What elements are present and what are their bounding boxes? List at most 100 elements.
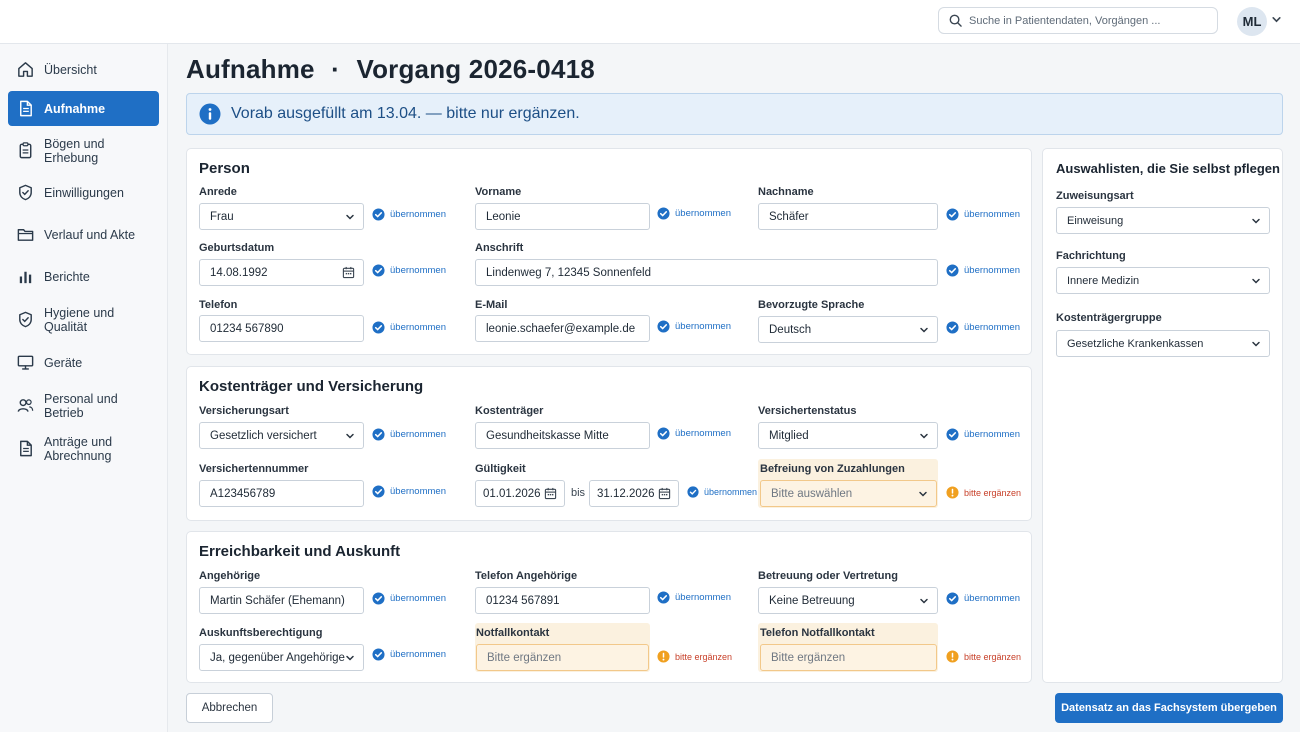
- calendar-icon[interactable]: [544, 487, 557, 500]
- sprache-select[interactable]: Deutsch: [758, 316, 938, 343]
- label-betreuung: Betreuung oder Vertretung: [758, 570, 898, 582]
- search-icon: [949, 14, 962, 27]
- versichertennummer-field[interactable]: A123456789: [199, 480, 364, 507]
- vorname-field[interactable]: Leonie: [475, 203, 650, 230]
- nachname-field[interactable]: Schäfer: [758, 203, 938, 230]
- label-tel-notfall: Telefon Notfallkontakt: [760, 627, 875, 639]
- check-circle-icon: [687, 486, 699, 498]
- sidebar-item-personal[interactable]: Personal und Betrieb: [8, 388, 159, 423]
- label-kostentraegergruppe: Kostenträgergruppe: [1056, 312, 1162, 324]
- geburtsdatum-value: 14.08.1992: [210, 266, 268, 279]
- home-icon: [18, 62, 33, 77]
- check-circle-icon: [372, 264, 385, 277]
- sidebar-item-hygiene[interactable]: Hygiene und Qualität: [8, 302, 159, 337]
- status-text: übernommen: [675, 592, 731, 603]
- chevron-down-icon: [1251, 216, 1261, 226]
- notfallkontakt-placeholder: Bitte ergänzen: [487, 651, 562, 664]
- status-text: übernommen: [964, 593, 1020, 604]
- calendar-icon[interactable]: [342, 266, 355, 279]
- angehoerige-field[interactable]: Martin Schäfer (Ehemann): [199, 587, 364, 614]
- versicherungsart-select[interactable]: Gesetzlich versichert: [199, 422, 364, 449]
- check-circle-icon: [657, 591, 670, 604]
- status-angehoerige: übernommen: [372, 592, 446, 605]
- sidebar-item-verlauf[interactable]: Verlauf und Akte: [8, 217, 159, 252]
- search-input[interactable]: [969, 14, 1199, 27]
- submit-button[interactable]: Datensatz an das Fachsystem übergeben: [1055, 693, 1283, 723]
- auskunft-select[interactable]: Ja, gegenüber Angehörigen: [199, 644, 364, 671]
- label-nachname: Nachname: [758, 186, 814, 198]
- auskunft-value: Ja, gegenüber Angehörigen: [210, 651, 345, 664]
- global-search[interactable]: [938, 7, 1218, 34]
- kostentraeger-value: Gesundheitskasse Mitte: [486, 429, 609, 442]
- label-sprache: Bevorzugte Sprache: [758, 299, 865, 311]
- fachrichtung-select[interactable]: Innere Medizin: [1056, 267, 1270, 294]
- status-email: übernommen: [657, 320, 731, 333]
- gueltig-bis-field[interactable]: 31.12.2026: [589, 480, 679, 507]
- section-title-auswahllisten: Auswahlisten, die Sie selbst pflegen: [1056, 161, 1280, 176]
- folder-icon: [17, 229, 34, 241]
- email-field[interactable]: leonie.schaefer@example.de: [475, 315, 650, 342]
- status-text: übernommen: [675, 208, 731, 219]
- angehoerige-value: Martin Schäfer (Ehemann): [210, 594, 345, 607]
- cancel-button[interactable]: Abbrechen: [186, 693, 273, 723]
- sidebar-item-einwilligungen[interactable]: Einwilligungen: [8, 175, 159, 210]
- bar-chart-icon: [19, 271, 32, 284]
- tel-notfall-field[interactable]: Bitte ergänzen: [760, 644, 937, 671]
- document-icon: [20, 100, 32, 117]
- check-circle-icon: [657, 427, 670, 440]
- kostentraeger-field[interactable]: Gesundheitskasse Mitte: [475, 422, 650, 449]
- betreuung-value: Keine Betreuung: [769, 594, 855, 607]
- label-notfallkontakt: Notfallkontakt: [476, 627, 550, 639]
- sidebar-item-boegen[interactable]: Bögen und Erhebung: [8, 133, 159, 168]
- betreuung-select[interactable]: Keine Betreuung: [758, 587, 938, 614]
- gueltig-von-field[interactable]: 01.01.2026: [475, 480, 565, 507]
- chevron-down-icon: [919, 596, 929, 606]
- kostentraegergruppe-select[interactable]: Gesetzliche Krankenkassen: [1056, 330, 1270, 357]
- status-text: übernommen: [675, 321, 731, 332]
- sidebar-item-uebersicht[interactable]: Übersicht: [8, 52, 159, 87]
- telefon-field[interactable]: 01234 567890: [199, 315, 364, 342]
- label-zuweisungsart: Zuweisungsart: [1056, 190, 1134, 202]
- anrede-select[interactable]: Frau: [199, 203, 364, 230]
- notfallkontakt-field[interactable]: Bitte ergänzen: [476, 644, 649, 671]
- status-anrede: übernommen: [372, 208, 446, 221]
- status-text: übernommen: [390, 265, 446, 276]
- status-text: übernommen: [390, 209, 446, 220]
- chevron-down-icon[interactable]: [1271, 14, 1282, 25]
- tel-angehoerige-field[interactable]: 01234 567891: [475, 587, 650, 614]
- check-circle-icon: [946, 321, 959, 334]
- label-tel-angehoerige: Telefon Angehörige: [475, 570, 578, 582]
- sidebar-item-geraete[interactable]: Geräte: [8, 345, 159, 380]
- sidebar-item-antraege[interactable]: Anträge und Abrechnung: [8, 431, 159, 466]
- status-text: übernommen: [675, 428, 731, 439]
- label-geburtsdatum: Geburtsdatum: [199, 242, 275, 254]
- sidebar-item-aufnahme[interactable]: Aufnahme: [8, 91, 159, 126]
- user-avatar[interactable]: ML: [1237, 7, 1267, 36]
- status-text: übernommen: [390, 649, 446, 660]
- clipboard-icon: [19, 142, 32, 159]
- status-anschrift: übernommen: [946, 264, 1020, 277]
- status-befreiung: bitte ergänzen: [946, 486, 1021, 499]
- check-circle-icon: [372, 428, 385, 441]
- befreiung-select[interactable]: Bitte auswählen: [760, 480, 937, 507]
- versichertenstatus-select[interactable]: Mitglied: [758, 422, 938, 449]
- email-value: leonie.schaefer@example.de: [486, 322, 636, 335]
- label-telefon: Telefon: [199, 299, 238, 311]
- label-versichertennummer: Versichertennummer: [199, 463, 309, 475]
- sidebar-item-berichte[interactable]: Berichte: [8, 259, 159, 294]
- kostentraegergruppe-value: Gesetzliche Krankenkassen: [1067, 337, 1204, 350]
- label-versicherungsart: Versicherungsart: [199, 405, 289, 417]
- status-text: bitte ergänzen: [964, 651, 1022, 662]
- section-title-erreichbarkeit: Erreichbarkeit und Auskunft: [199, 543, 401, 560]
- section-title-person: Person: [199, 160, 250, 177]
- status-text: bitte ergänzen: [675, 651, 733, 662]
- sidebar-item-label: Anträge und Abrechnung: [44, 434, 113, 463]
- anschrift-field[interactable]: Lindenweg 7, 12345 Sonnenfeld: [475, 259, 938, 286]
- calendar-icon[interactable]: [658, 487, 671, 500]
- zuweisungsart-select[interactable]: Einweisung: [1056, 207, 1270, 234]
- versicherungsart-value: Gesetzlich versichert: [210, 429, 317, 442]
- fachrichtung-value: Innere Medizin: [1067, 274, 1140, 287]
- users-icon: [17, 399, 34, 412]
- check-circle-icon: [372, 321, 385, 334]
- geburtsdatum-field[interactable]: 14.08.1992: [199, 259, 364, 286]
